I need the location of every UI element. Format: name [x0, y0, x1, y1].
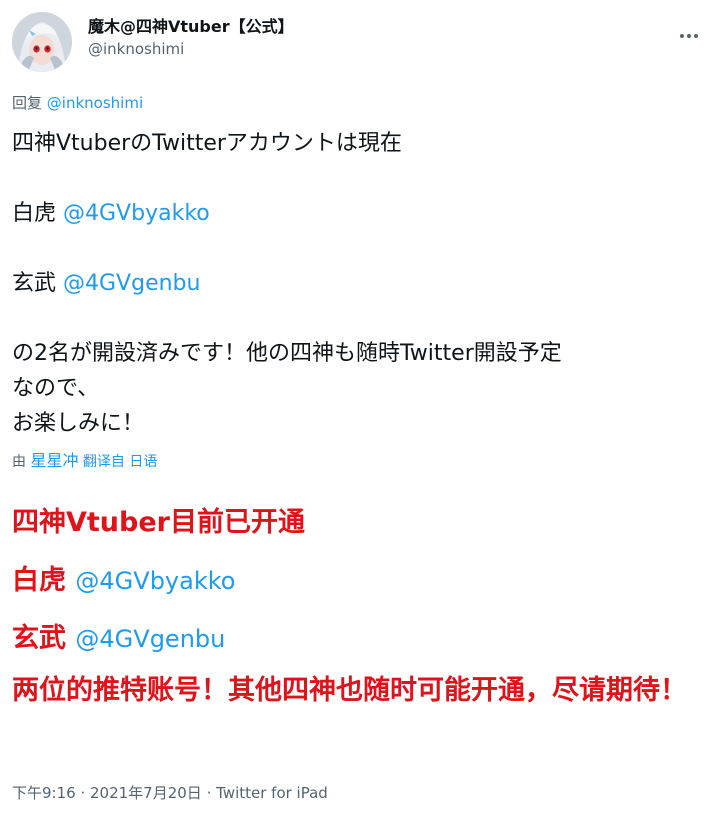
translated-mention-byakko[interactable]: @4GVbyakko — [75, 567, 235, 595]
translator-link[interactable]: 星星冲 — [30, 451, 78, 470]
avatar[interactable] — [12, 12, 72, 72]
source-language[interactable]: 日语 — [129, 454, 157, 470]
tweet-time[interactable]: 下午9:16 — [12, 784, 76, 802]
translation-credit: 由 星星冲 翻译自 日语 — [12, 450, 157, 473]
translated-mention-genbu[interactable]: @4GVgenbu — [75, 625, 225, 653]
reply-prefix: 回复 — [12, 94, 43, 112]
byakko-label: 白虎 — [12, 201, 57, 226]
author-display-name[interactable]: 魔木@四神Vtuber【公式】 — [88, 16, 294, 38]
more-horizontal-icon — [680, 34, 684, 38]
author-info: 魔木@四神Vtuber【公式】 @inknoshimi — [88, 16, 294, 60]
mention-byakko[interactable]: @4GVbyakko — [63, 201, 210, 226]
mention-genbu[interactable]: @4GVgenbu — [63, 271, 200, 296]
tweet-line: の2名が開設済みです！他の四神も随時Twitter開設予定 — [12, 341, 562, 366]
meta-separator: · — [75, 784, 90, 802]
tweet-header: 魔木@四神Vtuber【公式】 @inknoshimi — [12, 12, 712, 72]
translated-line: 两位的推特账号！其他四神也随时可能开通，尽请期待！ — [12, 675, 687, 706]
translation-by: 由 — [12, 454, 26, 470]
translated-line: 白虎 @4GVbyakko — [12, 558, 235, 597]
translated-byakko-label: 白虎 — [12, 565, 66, 596]
reply-handle-link[interactable]: @inknoshimi — [47, 94, 143, 112]
tweet-line: 玄武 @4GVgenbu — [12, 266, 716, 301]
tweet-text: 四神VtuberのTwitterアカウントは現在 白虎 @4GVbyakko 玄… — [12, 126, 716, 441]
more-horizontal-icon — [687, 34, 691, 38]
translated-line: 四神Vtuber目前已开通 — [12, 507, 305, 538]
tweet-metadata: 下午9:16 · 2021年7月20日 · Twitter for iPad — [12, 782, 328, 804]
translated-genbu-label: 玄武 — [12, 623, 66, 654]
reply-context: 回复 @inknoshimi — [12, 92, 143, 114]
meta-separator: · — [201, 784, 217, 802]
author-handle[interactable]: @inknoshimi — [88, 38, 294, 60]
genbu-label: 玄武 — [12, 271, 57, 296]
tweet-line: なので、 — [12, 376, 100, 401]
tweet-date[interactable]: 2021年7月20日 — [90, 784, 202, 802]
more-horizontal-icon — [694, 34, 698, 38]
more-options-button[interactable] — [674, 24, 704, 48]
tweet-line: お楽しみに！ — [12, 411, 145, 436]
tweet-line: 白虎 @4GVbyakko — [12, 196, 716, 231]
translated-from[interactable]: 翻译自 — [83, 454, 125, 470]
tweet-source[interactable]: Twitter for iPad — [216, 784, 328, 802]
tweet-line: 四神VtuberのTwitterアカウントは現在 — [12, 131, 402, 156]
translated-line: 玄武 @4GVgenbu — [12, 616, 225, 655]
